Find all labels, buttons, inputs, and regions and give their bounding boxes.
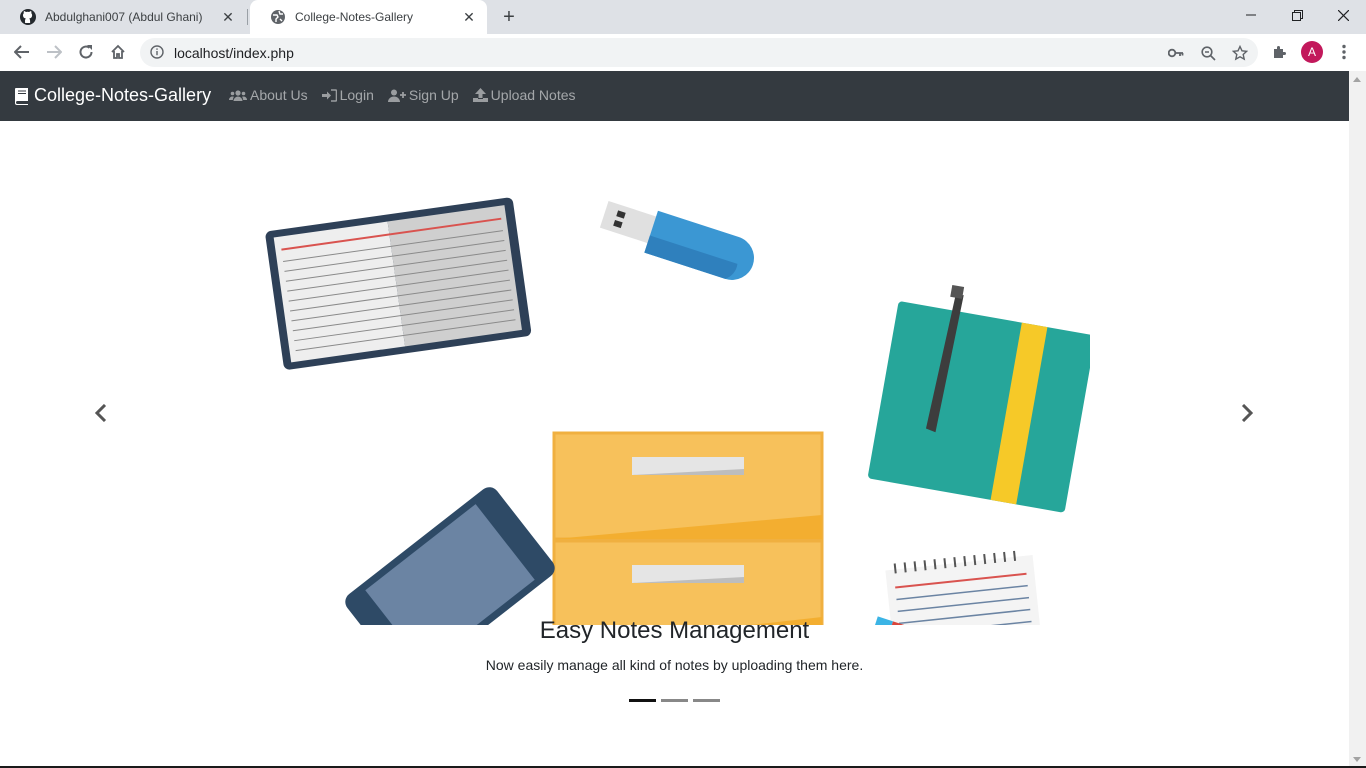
chevron-right-icon (1241, 404, 1253, 422)
minimize-icon[interactable] (1228, 0, 1274, 30)
window-close-icon[interactable] (1320, 0, 1366, 30)
tab-github[interactable]: Abdulghani007 (Abdul Ghani) ✕ (0, 0, 246, 34)
nav-about-us-label: About Us (250, 87, 308, 103)
nav-upload-notes[interactable]: Upload Notes (472, 87, 576, 103)
star-icon[interactable] (1231, 44, 1249, 62)
forward-arrow-icon[interactable] (40, 38, 68, 66)
scroll-up-arrow-icon[interactable] (1353, 77, 1361, 82)
tab-college-notes[interactable]: College-Notes-Gallery ✕ (250, 0, 487, 34)
restore-icon[interactable] (1274, 0, 1320, 30)
site-navbar: College-Notes-Gallery About Us Login Sig… (0, 71, 1349, 121)
brand-text: College-Notes-Gallery (34, 85, 212, 105)
tab-strip: Abdulghani007 (Abdul Ghani) ✕ College-No… (0, 0, 1366, 34)
close-icon[interactable]: ✕ (459, 7, 479, 27)
book-icon (14, 87, 30, 105)
page-viewport: College-Notes-Gallery About Us Login Sig… (0, 71, 1349, 768)
navbar-brand[interactable]: College-Notes-Gallery (14, 85, 211, 106)
nav-sign-up[interactable]: Sign Up (387, 87, 459, 103)
user-plus-icon (387, 89, 406, 102)
globe-icon (270, 9, 286, 25)
carousel-next-button[interactable] (1237, 401, 1257, 425)
page-scrollbar[interactable] (1349, 71, 1366, 768)
tab-separator (247, 9, 248, 25)
carousel-indicator-3[interactable] (693, 699, 720, 702)
reload-icon[interactable] (72, 38, 100, 66)
menu-kebab-icon[interactable] (1330, 38, 1358, 66)
users-icon (229, 89, 247, 101)
browser-toolbar: localhost/index.php A (0, 34, 1366, 71)
profile-avatar[interactable]: A (1301, 41, 1323, 63)
carousel-caption-title: Easy Notes Management (539, 617, 810, 644)
home-icon[interactable] (104, 38, 132, 66)
new-tab-button[interactable]: + (498, 6, 520, 28)
upload-icon (472, 88, 488, 102)
github-icon (20, 9, 36, 25)
notebook-pen-image (868, 284, 1090, 513)
tab-title: College-Notes-Gallery (295, 10, 414, 24)
hero-carousel: Easy Notes Management Now easily manage … (0, 121, 1349, 768)
carousel-indicator-2[interactable] (661, 699, 688, 702)
hard-drive-image (345, 487, 555, 625)
tab-title: Abdulghani007 (Abdul Ghani) (45, 10, 203, 24)
nav-about-us[interactable]: About Us (229, 87, 308, 103)
file-cabinet-image (552, 431, 824, 625)
usb-drive-image (599, 201, 754, 280)
notepad-pencil-image (885, 550, 1047, 625)
scroll-down-arrow-icon[interactable] (1353, 757, 1361, 762)
nav-upload-notes-label: Upload Notes (490, 87, 576, 103)
carousel-indicator-1[interactable] (629, 699, 656, 702)
key-icon[interactable] (1167, 44, 1185, 62)
sign-in-icon (321, 88, 337, 102)
zoom-icon[interactable] (1199, 44, 1217, 62)
chevron-left-icon (95, 404, 107, 422)
extensions-icon[interactable] (1265, 38, 1293, 66)
carousel-caption-text: Now easily manage all kind of notes by u… (485, 657, 864, 673)
nav-login-label: Login (339, 87, 374, 103)
nav-login[interactable]: Login (321, 87, 374, 103)
open-notebook-image (265, 197, 532, 370)
back-arrow-icon[interactable] (8, 38, 36, 66)
carousel-indicators (629, 699, 725, 702)
url-text: localhost/index.php (174, 45, 294, 61)
close-icon[interactable]: ✕ (218, 7, 238, 27)
carousel-prev-button[interactable] (91, 401, 111, 425)
info-icon[interactable] (150, 45, 164, 64)
navbar-links: About Us Login Sign Up Upload Notes (229, 87, 590, 103)
address-bar[interactable]: localhost/index.php (140, 38, 1258, 67)
slide-illustration (265, 197, 1090, 625)
nav-sign-up-label: Sign Up (408, 87, 459, 103)
